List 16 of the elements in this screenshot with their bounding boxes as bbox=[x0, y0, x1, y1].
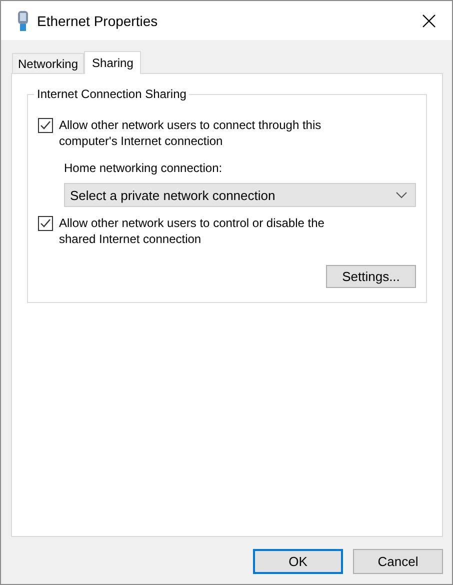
tab[interactable]: Networking bbox=[12, 53, 84, 73]
checkbox-label: Allow other network users to control or disable the shared Internet connection bbox=[59, 215, 326, 247]
chevron-icon bbox=[396, 192, 407, 198]
tab[interactable]: Sharing bbox=[84, 51, 142, 74]
window-title: Ethernet Properties bbox=[37, 12, 159, 28]
group-title: Internet Connection Sharing bbox=[34, 87, 190, 101]
checkbox[interactable] bbox=[38, 118, 53, 133]
settings-button[interactable]: Settings... bbox=[326, 265, 416, 288]
ethernet-icon bbox=[17, 10, 29, 30]
dropdown-label: Home networking connection: bbox=[64, 161, 224, 175]
checkbox[interactable] bbox=[38, 216, 53, 231]
dialog-button[interactable]: OK bbox=[253, 549, 343, 574]
close-icon bbox=[422, 14, 436, 28]
connection-dropdown[interactable]: Select a private network connection bbox=[64, 183, 416, 207]
dialog-button[interactable]: Cancel bbox=[353, 549, 443, 574]
checkbox-label: Allow other network users to connect through this computer's Internet connection bbox=[59, 117, 322, 149]
